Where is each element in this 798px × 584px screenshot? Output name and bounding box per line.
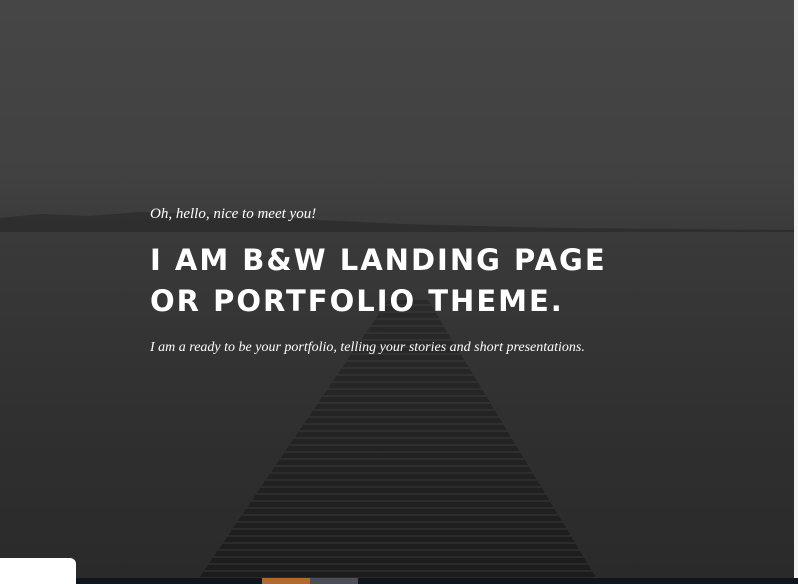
thumbnail-gray[interactable] — [310, 578, 358, 584]
headline-line-2: OR PORTFOLIO THEME. — [150, 284, 564, 318]
scrollbar[interactable] — [794, 0, 798, 584]
headline-line-1: I AM B&W LANDING PAGE — [150, 243, 607, 277]
corner-tab[interactable] — [0, 558, 76, 584]
hero-headline: I AM B&W LANDING PAGE OR PORTFOLIO THEME… — [150, 240, 607, 322]
thumbnail-orange[interactable] — [262, 578, 310, 584]
hero-subtitle: I am a ready to be your portfolio, telli… — [150, 340, 585, 355]
hero-tagline: Oh, hello, nice to meet you! — [150, 206, 317, 222]
bottom-strip — [0, 578, 798, 584]
